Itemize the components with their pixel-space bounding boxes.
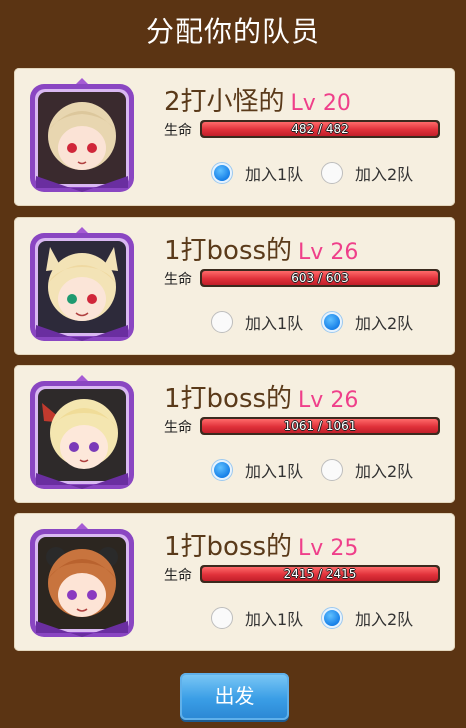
- hp-bar: 2415 / 2415: [200, 565, 440, 583]
- start-button[interactable]: 出发: [180, 673, 289, 720]
- hp-bar: 603 / 603: [200, 269, 440, 287]
- radio-selected-icon[interactable]: [321, 311, 343, 333]
- hp-label: 生命: [164, 272, 192, 288]
- join-team-2-radio[interactable]: 加入2队: [321, 159, 413, 187]
- member-level: Lv 26: [298, 240, 359, 265]
- member-avatar-4[interactable]: [26, 521, 138, 641]
- radio-unselected-icon[interactable]: [321, 459, 343, 481]
- member-avatar-3[interactable]: [26, 373, 138, 493]
- radio-selected-icon[interactable]: [211, 459, 233, 481]
- radio-label: 加入1队: [245, 462, 304, 481]
- member-card: 1打boss的 Lv 26 生命 1061 / 1061 加入1队 加入2队: [14, 365, 455, 503]
- page-title: 分配你的队员: [145, 15, 320, 48]
- radio-label: 加入2队: [355, 314, 414, 333]
- hp-value: 2415 / 2415: [283, 567, 357, 581]
- character-portrait-icon: [30, 523, 134, 637]
- member-card: 2打小怪的 Lv 20 生命 482 / 482 加入1队 加入2队: [14, 68, 455, 206]
- member-card: 1打boss的 Lv 25 生命 2415 / 2415 加入1队 加入2队: [14, 513, 455, 651]
- member-level: Lv 20: [290, 91, 351, 116]
- hp-label: 生命: [164, 420, 192, 436]
- hp-label: 生命: [164, 123, 192, 139]
- join-team-1-radio[interactable]: 加入1队: [211, 604, 303, 632]
- join-team-1-radio[interactable]: 加入1队: [211, 159, 303, 187]
- member-card: 1打boss的 Lv 26 生命 603 / 603 加入1队 加入2队: [14, 217, 455, 355]
- character-portrait-icon: [30, 227, 134, 341]
- character-portrait-icon: [30, 78, 134, 192]
- member-name: 1打boss的 Lv 25: [164, 532, 359, 562]
- hp-value: 1061 / 1061: [283, 419, 357, 433]
- hp-bar: 1061 / 1061: [200, 417, 440, 435]
- hp-label: 生命: [164, 568, 192, 584]
- member-avatar-1[interactable]: [26, 76, 138, 196]
- radio-unselected-icon[interactable]: [211, 607, 233, 629]
- radio-label: 加入1队: [245, 314, 304, 333]
- member-name: 1打boss的 Lv 26: [164, 236, 359, 266]
- join-team-2-radio[interactable]: 加入2队: [321, 604, 413, 632]
- character-portrait-icon: [30, 375, 134, 489]
- radio-selected-icon[interactable]: [211, 162, 233, 184]
- member-name: 1打boss的 Lv 26: [164, 384, 359, 414]
- radio-label: 加入1队: [245, 165, 304, 184]
- member-level: Lv 26: [298, 388, 359, 413]
- team-assignment-screen: 分配你的队员 2打小怪的 Lv 20 生命 482 / 482 加入1队 加入2…: [0, 0, 466, 728]
- member-level: Lv 25: [298, 536, 359, 561]
- join-team-1-radio[interactable]: 加入1队: [211, 308, 303, 336]
- radio-unselected-icon[interactable]: [211, 311, 233, 333]
- hp-value: 482 / 482: [291, 122, 349, 136]
- radio-unselected-icon[interactable]: [321, 162, 343, 184]
- join-team-2-radio[interactable]: 加入2队: [321, 308, 413, 336]
- radio-label: 加入1队: [245, 610, 304, 629]
- radio-label: 加入2队: [355, 462, 414, 481]
- radio-label: 加入2队: [355, 610, 414, 629]
- radio-label: 加入2队: [355, 165, 414, 184]
- join-team-2-radio[interactable]: 加入2队: [321, 456, 413, 484]
- join-team-1-radio[interactable]: 加入1队: [211, 456, 303, 484]
- member-name: 2打小怪的 Lv 20: [164, 87, 351, 117]
- hp-value: 603 / 603: [291, 271, 349, 285]
- hp-bar: 482 / 482: [200, 120, 440, 138]
- member-avatar-2[interactable]: [26, 225, 138, 345]
- radio-selected-icon[interactable]: [321, 607, 343, 629]
